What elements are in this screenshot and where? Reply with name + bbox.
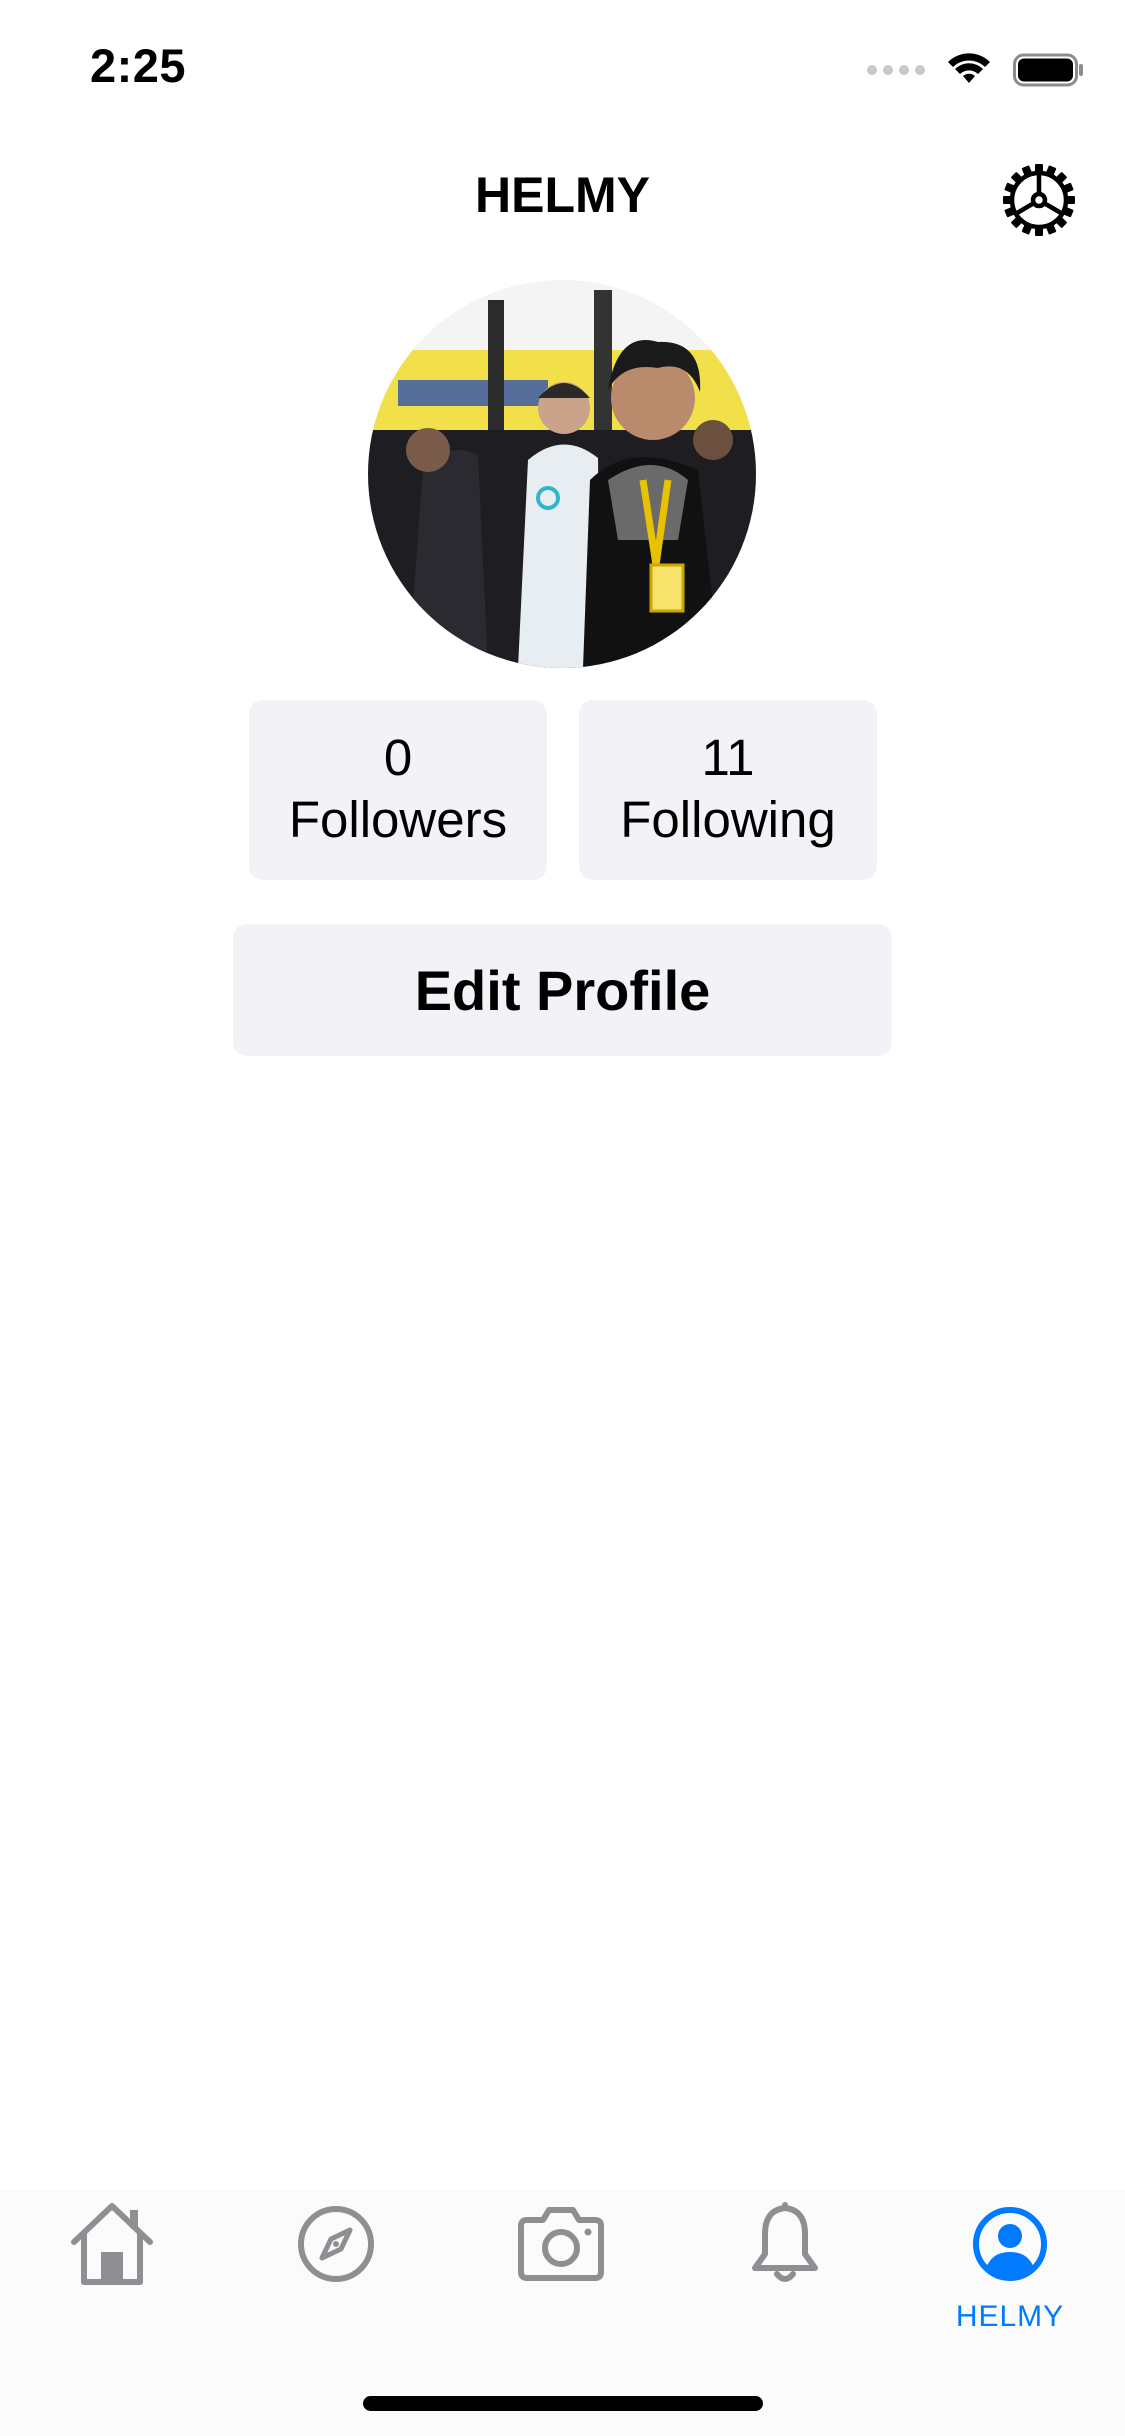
compass-icon [298, 2206, 374, 2282]
cellular-signal-icon [867, 65, 925, 75]
status-indicators [867, 48, 1085, 92]
settings-button[interactable] [1001, 162, 1077, 238]
followers-count: 0 [383, 729, 413, 786]
wifi-icon [948, 53, 990, 83]
tab-explore[interactable] [256, 2196, 416, 2356]
edit-profile-button[interactable]: Edit Profile [233, 924, 892, 1056]
page-title: HELMY [475, 167, 650, 223]
profile-screen: 2:25 HELMY 0 Followers 11 Following Edit… [0, 0, 1125, 2436]
followers-label: Followers [288, 791, 508, 848]
avatar[interactable] [368, 280, 756, 668]
home-icon [71, 2203, 153, 2285]
battery-icon [1013, 53, 1083, 87]
home-indicator [363, 2396, 763, 2411]
tab-profile[interactable]: HELMY [930, 2196, 1090, 2356]
following-stat[interactable]: 11 Following [579, 700, 877, 880]
followers-stat[interactable]: 0 Followers [249, 700, 547, 880]
following-label: Following [620, 791, 836, 848]
bell-icon [752, 2202, 818, 2282]
gear-icon [1003, 164, 1075, 236]
tab-notifications[interactable] [705, 2196, 865, 2356]
following-count: 11 [701, 729, 755, 786]
tab-camera[interactable] [481, 2196, 641, 2356]
profile-photo [368, 280, 756, 668]
status-time: 2:25 [90, 39, 187, 92]
tab-home[interactable] [32, 2196, 192, 2356]
profile-icon [973, 2207, 1047, 2281]
camera-icon [518, 2207, 604, 2281]
tab-profile-label: HELMY [955, 2300, 1065, 2333]
